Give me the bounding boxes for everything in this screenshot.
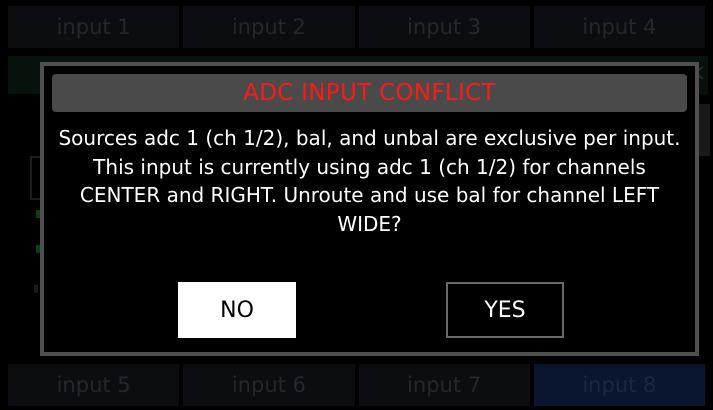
tab-input-7[interactable]: input 7 bbox=[358, 364, 530, 406]
dialog-message: Sources adc 1 (ch 1/2), bal, and unbal a… bbox=[58, 126, 681, 236]
tab-input-4[interactable]: input 4 bbox=[533, 6, 705, 48]
conflict-dialog: ADC INPUT CONFLICT Sources adc 1 (ch 1/2… bbox=[40, 62, 699, 356]
tab-input-2[interactable]: input 2 bbox=[183, 6, 355, 48]
input-tabs-top: input 1 input 2 input 3 input 4 bbox=[0, 6, 713, 48]
no-button[interactable]: NO bbox=[178, 282, 296, 338]
yes-button[interactable]: YES bbox=[446, 282, 564, 338]
tab-input-5[interactable]: input 5 bbox=[8, 364, 180, 406]
input-tabs-bottom: input 5 input 6 input 7 input 8 bbox=[0, 364, 713, 406]
tab-input-3[interactable]: input 3 bbox=[358, 6, 530, 48]
tab-input-6[interactable]: input 6 bbox=[183, 364, 355, 406]
dialog-title: ADC INPUT CONFLICT bbox=[52, 74, 687, 112]
background-marker bbox=[34, 285, 38, 293]
tab-input-1[interactable]: input 1 bbox=[8, 6, 180, 48]
tab-input-8[interactable]: input 8 bbox=[533, 364, 705, 406]
screen: input 1 input 2 input 3 input 4 k input … bbox=[0, 0, 713, 410]
